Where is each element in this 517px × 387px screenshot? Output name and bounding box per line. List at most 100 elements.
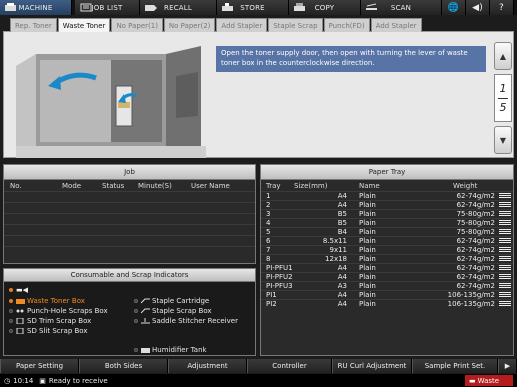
waste-alert-badge[interactable]: ▬ Waste bbox=[465, 375, 513, 386]
volume-button[interactable]: ◀) bbox=[466, 0, 490, 15]
page-up-button[interactable]: ▲ bbox=[494, 42, 512, 70]
copy-label: COPY bbox=[314, 3, 335, 12]
tray-row[interactable]: PI-PFU2 A4 Plain 62-74g/m2 bbox=[261, 272, 513, 281]
paper-level-icon bbox=[499, 301, 511, 307]
tray-row[interactable]: 2 A4 Plain 62-74g/m2 bbox=[261, 200, 513, 209]
speaker-icon: ◀) bbox=[472, 2, 483, 13]
humidifier-icon bbox=[141, 347, 150, 353]
status-dot-icon bbox=[9, 319, 13, 323]
status-bar: ◷ 10:14 ▣ Ready to receive ▬ Waste bbox=[0, 374, 517, 387]
controller-button[interactable]: Controller bbox=[247, 359, 332, 373]
paper-tray-panel: Paper Tray Tray Size(mm) Name Weight 1 A4… bbox=[260, 164, 514, 356]
scan-button[interactable]: SCAN bbox=[361, 0, 442, 15]
ru-curl-adjustment-button[interactable]: RU Curl Adjustment bbox=[332, 359, 412, 373]
tray-col-weight: Weight bbox=[453, 182, 478, 190]
paper-setting-button[interactable]: Paper Setting bbox=[0, 359, 79, 373]
consumable-slit: SD Slit Scrap Box bbox=[9, 327, 88, 335]
tray-table-header: Tray Size(mm) Name Weight bbox=[261, 180, 513, 191]
adjustment-button[interactable]: Adjustment bbox=[168, 359, 247, 373]
arrow-up-icon: ▲ bbox=[499, 51, 507, 61]
job-row[interactable] bbox=[4, 213, 255, 224]
job-row[interactable] bbox=[4, 191, 255, 202]
tray-row[interactable]: 8 12x18 Plain 62-74g/m2 bbox=[261, 254, 513, 263]
status-dot-icon bbox=[9, 309, 13, 313]
help-button[interactable]: ? bbox=[490, 0, 514, 15]
tray-cell-size: A4 bbox=[337, 273, 347, 281]
tray-row[interactable]: 6 8.5x11 Plain 62-74g/m2 bbox=[261, 236, 513, 245]
job-col-minute: Minute(S) bbox=[138, 181, 172, 190]
page-down-button[interactable]: ▼ bbox=[494, 126, 512, 154]
tray-cell-name: Plain bbox=[359, 201, 376, 209]
top-menu-bar: MACHINE JOB LIST RECALL STORE COPY SCAN … bbox=[0, 0, 517, 15]
consumable-status-row: ▬◀ bbox=[9, 286, 28, 294]
tray-cell-weight: 75-80g/m2 bbox=[456, 219, 495, 227]
status-text: Ready to receive bbox=[48, 376, 108, 385]
tray-row[interactable]: PI1 A4 Plain 106-135g/m2 bbox=[261, 290, 513, 299]
job-row[interactable] bbox=[4, 202, 255, 213]
paper-level-icon bbox=[499, 229, 511, 235]
help-icon: ? bbox=[499, 2, 504, 13]
language-button[interactable]: 🌐 bbox=[442, 0, 466, 15]
tray-row[interactable]: 4 B5 Plain 75-80g/m2 bbox=[261, 218, 513, 227]
job-row[interactable] bbox=[4, 224, 255, 235]
scan-label: SCAN bbox=[390, 3, 412, 12]
tab-rep-toner[interactable]: Rep. Toner bbox=[10, 18, 57, 32]
job-row[interactable] bbox=[4, 246, 255, 257]
tray-cell-name: Plain bbox=[359, 192, 376, 200]
tray-cell-weight: 75-80g/m2 bbox=[456, 210, 495, 218]
consumable-label: Staple Scrap Box bbox=[152, 307, 212, 315]
page-navigator: ▲ 1 5 ▼ bbox=[494, 42, 512, 158]
machine-button[interactable]: MACHINE bbox=[0, 0, 72, 15]
sample-print-set-button[interactable]: Sample Print Set. bbox=[412, 359, 498, 373]
consumable-label: SD Trim Scrap Box bbox=[27, 317, 92, 325]
saddle-icon bbox=[141, 318, 150, 324]
tray-cell-tray: 7 bbox=[266, 246, 271, 254]
tray-cell-weight: 62-74g/m2 bbox=[456, 237, 495, 245]
tray-cell-weight: 62-74g/m2 bbox=[456, 192, 495, 200]
tray-row[interactable]: 7 9x11 Plain 62-74g/m2 bbox=[261, 245, 513, 254]
tray-cell-size: 8.5x11 bbox=[322, 237, 347, 245]
tray-row[interactable]: PI-PFU3 A3 Plain 62-74g/m2 bbox=[261, 281, 513, 290]
job-panel: Job No. Mode Status Minute(S) User Name bbox=[3, 164, 256, 264]
tray-cell-size: B5 bbox=[337, 219, 347, 227]
consumable-label: Saddle Stitcher Receiver bbox=[152, 317, 238, 325]
tray-cell-weight: 106-135g/m2 bbox=[447, 300, 495, 308]
job-col-username: User Name bbox=[191, 181, 230, 190]
tab-staple-scrap[interactable]: Staple Scrap bbox=[268, 18, 323, 32]
tray-row[interactable]: PI2 A4 Plain 106-135g/m2 bbox=[261, 299, 513, 308]
tab-waste-toner[interactable]: Waste Toner bbox=[57, 18, 111, 32]
job-list-button[interactable]: JOB LIST bbox=[75, 0, 140, 15]
tab-no-paper-1[interactable]: No Paper(1) bbox=[111, 18, 163, 32]
tray-row[interactable]: 5 B4 Plain 75-80g/m2 bbox=[261, 227, 513, 236]
consumable-punch: Punch-Hole Scraps Box bbox=[9, 307, 108, 315]
status-dot-icon bbox=[9, 329, 13, 333]
tray-row[interactable]: 1 A4 Plain 62-74g/m2 bbox=[261, 191, 513, 200]
tray-cell-name: Plain bbox=[359, 210, 376, 218]
tab-add-stapler[interactable]: Add Stapler bbox=[370, 18, 422, 32]
paper-level-icon bbox=[499, 220, 511, 226]
tray-col-tray: Tray bbox=[266, 182, 281, 190]
tray-cell-size: A4 bbox=[337, 192, 347, 200]
next-functions-button[interactable]: ▶ bbox=[498, 359, 517, 373]
tray-row[interactable]: PI-PFU1 A4 Plain 62-74g/m2 bbox=[261, 263, 513, 272]
consumable-label: Humidifier Tank bbox=[152, 346, 207, 354]
paper-level-icon bbox=[499, 292, 511, 298]
both-sides-button[interactable]: Both Sides bbox=[79, 359, 168, 373]
consumable-waste-toner: Waste Toner Box bbox=[9, 297, 85, 305]
arrow-down-icon: ▼ bbox=[499, 135, 507, 145]
job-row[interactable] bbox=[4, 235, 255, 246]
slit-icon bbox=[16, 327, 25, 335]
recall-button[interactable]: RECALL bbox=[140, 0, 217, 15]
consumable-panel: Consumable and Scrap Indicators ▬◀ Waste… bbox=[3, 268, 256, 356]
job-table-header: No. Mode Status Minute(S) User Name bbox=[4, 180, 255, 191]
tab-no-paper-2[interactable]: No Paper(2) bbox=[163, 18, 216, 32]
tray-cell-size: A4 bbox=[337, 291, 347, 299]
tray-cell-size: A3 bbox=[337, 282, 347, 290]
tray-row[interactable]: 3 B5 Plain 75-80g/m2 bbox=[261, 209, 513, 218]
store-button[interactable]: STORE bbox=[217, 0, 289, 15]
tab-add-stapler[interactable]: Add Stapler bbox=[216, 18, 268, 32]
copy-button[interactable]: COPY bbox=[289, 0, 361, 15]
consumable-trim: SD Trim Scrap Box bbox=[9, 317, 91, 325]
tray-cell-tray: PI1 bbox=[266, 291, 277, 299]
tab-punch-fd[interactable]: Punch(FD) bbox=[323, 18, 370, 32]
